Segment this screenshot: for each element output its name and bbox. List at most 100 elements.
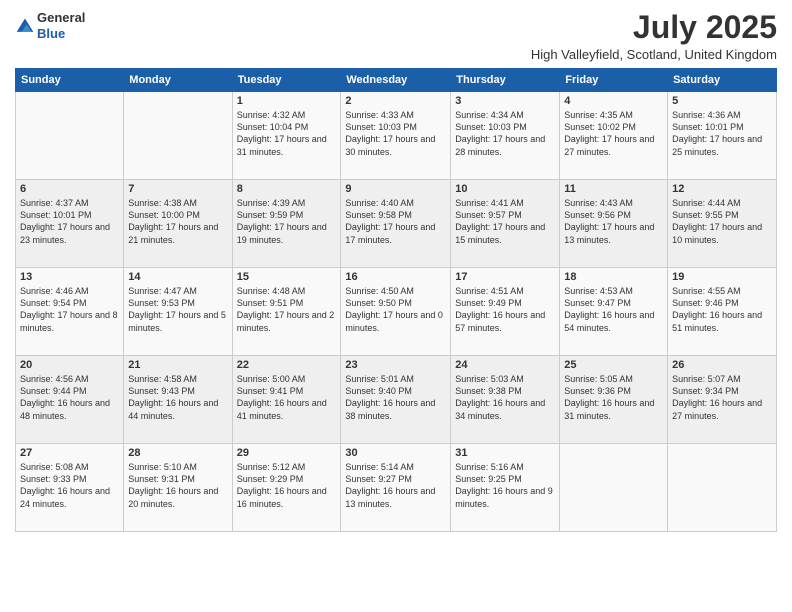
day-info: Sunrise: 5:01 AMSunset: 9:40 PMDaylight:… [345, 374, 435, 420]
day-number: 25 [564, 359, 663, 371]
logo: General Blue [15, 10, 85, 41]
page: General Blue July 2025 High Valleyfield,… [0, 0, 792, 612]
day-number: 22 [237, 359, 337, 371]
day-info: Sunrise: 4:36 AMSunset: 10:01 PMDaylight… [672, 110, 762, 156]
table-row: 10 Sunrise: 4:41 AMSunset: 9:57 PMDayligh… [451, 180, 560, 268]
week-row-4: 27Sunrise: 5:08 AMSunset: 9:33 PMDayligh… [16, 444, 777, 532]
day-info: Sunrise: 4:39 AMSunset: 9:59 PMDaylight:… [237, 198, 327, 244]
table-row: 9 Sunrise: 4:40 AMSunset: 9:58 PMDaylight… [341, 180, 451, 268]
day-number: 10 [455, 183, 555, 195]
day-info: Sunrise: 4:53 AMSunset: 9:47 PMDaylight:… [564, 286, 654, 332]
day-info: Sunrise: 4:33 AMSunset: 10:03 PMDaylight… [345, 110, 435, 156]
table-row: 27Sunrise: 5:08 AMSunset: 9:33 PMDayligh… [16, 444, 124, 532]
table-row: 22 Sunrise: 5:00 AMSunset: 9:41 PMDayligh… [232, 356, 341, 444]
day-number: 15 [237, 271, 337, 283]
day-number: 8 [237, 183, 337, 195]
table-row: 26 Sunrise: 5:07 AMSunset: 9:34 PMDayligh… [668, 356, 777, 444]
day-info: Sunrise: 5:12 AMSunset: 9:29 PMDaylight:… [237, 462, 327, 508]
table-row: 14Sunrise: 4:47 AMSunset: 9:53 PMDayligh… [124, 268, 232, 356]
day-number: 26 [672, 359, 772, 371]
day-info: Sunrise: 4:58 AMSunset: 9:43 PMDaylight:… [128, 374, 218, 420]
table-row [560, 444, 668, 532]
table-row [668, 444, 777, 532]
day-number: 16 [345, 271, 446, 283]
col-tuesday: Tuesday [232, 69, 341, 92]
table-row [16, 92, 124, 180]
day-info: Sunrise: 4:41 AMSunset: 9:57 PMDaylight:… [455, 198, 545, 244]
col-wednesday: Wednesday [341, 69, 451, 92]
day-number: 1 [237, 95, 337, 107]
day-info: Sunrise: 4:46 AMSunset: 9:54 PMDaylight:… [20, 286, 118, 332]
day-info: Sunrise: 5:03 AMSunset: 9:38 PMDaylight:… [455, 374, 545, 420]
day-info: Sunrise: 4:48 AMSunset: 9:51 PMDaylight:… [237, 286, 335, 332]
col-sunday: Sunday [16, 69, 124, 92]
day-number: 17 [455, 271, 555, 283]
logo-line2: Blue [37, 26, 85, 42]
col-thursday: Thursday [451, 69, 560, 92]
day-number: 5 [672, 95, 772, 107]
table-row: 23 Sunrise: 5:01 AMSunset: 9:40 PMDayligh… [341, 356, 451, 444]
table-row [124, 92, 232, 180]
table-row: 29 Sunrise: 5:12 AMSunset: 9:29 PMDayligh… [232, 444, 341, 532]
day-info: Sunrise: 4:34 AMSunset: 10:03 PMDaylight… [455, 110, 545, 156]
day-info: Sunrise: 4:43 AMSunset: 9:56 PMDaylight:… [564, 198, 654, 244]
table-row: 19 Sunrise: 4:55 AMSunset: 9:46 PMDayligh… [668, 268, 777, 356]
day-info: Sunrise: 4:40 AMSunset: 9:58 PMDaylight:… [345, 198, 435, 244]
table-row: 21 Sunrise: 4:58 AMSunset: 9:43 PMDayligh… [124, 356, 232, 444]
day-info: Sunrise: 4:37 AMSunset: 10:01 PMDaylight… [20, 198, 110, 244]
table-row: 4 Sunrise: 4:35 AMSunset: 10:02 PMDayligh… [560, 92, 668, 180]
day-info: Sunrise: 5:00 AMSunset: 9:41 PMDaylight:… [237, 374, 327, 420]
week-row-0: 1 Sunrise: 4:32 AMSunset: 10:04 PMDayligh… [16, 92, 777, 180]
day-number: 29 [237, 447, 337, 459]
day-number: 13 [20, 271, 119, 283]
day-number: 4 [564, 95, 663, 107]
week-row-3: 20Sunrise: 4:56 AMSunset: 9:44 PMDayligh… [16, 356, 777, 444]
calendar-body: 1 Sunrise: 4:32 AMSunset: 10:04 PMDayligh… [16, 92, 777, 532]
logo-line1: General [37, 10, 85, 26]
table-row: 2Sunrise: 4:33 AMSunset: 10:03 PMDayligh… [341, 92, 451, 180]
day-info: Sunrise: 4:47 AMSunset: 9:53 PMDaylight:… [128, 286, 226, 332]
col-friday: Friday [560, 69, 668, 92]
table-row: 16Sunrise: 4:50 AMSunset: 9:50 PMDayligh… [341, 268, 451, 356]
table-row: 13 Sunrise: 4:46 AMSunset: 9:54 PMDayligh… [16, 268, 124, 356]
day-info: Sunrise: 4:55 AMSunset: 9:46 PMDaylight:… [672, 286, 762, 332]
day-number: 7 [128, 183, 227, 195]
day-number: 18 [564, 271, 663, 283]
table-row: 20Sunrise: 4:56 AMSunset: 9:44 PMDayligh… [16, 356, 124, 444]
table-row: 6 Sunrise: 4:37 AMSunset: 10:01 PMDayligh… [16, 180, 124, 268]
day-info: Sunrise: 5:10 AMSunset: 9:31 PMDaylight:… [128, 462, 218, 508]
day-number: 6 [20, 183, 119, 195]
day-number: 11 [564, 183, 663, 195]
table-row: 12Sunrise: 4:44 AMSunset: 9:55 PMDayligh… [668, 180, 777, 268]
day-number: 21 [128, 359, 227, 371]
day-number: 23 [345, 359, 446, 371]
day-info: Sunrise: 4:51 AMSunset: 9:49 PMDaylight:… [455, 286, 545, 332]
day-info: Sunrise: 4:32 AMSunset: 10:04 PMDaylight… [237, 110, 327, 156]
table-row: 15 Sunrise: 4:48 AMSunset: 9:51 PMDayligh… [232, 268, 341, 356]
day-number: 9 [345, 183, 446, 195]
title-block: July 2025 High Valleyfield, Scotland, Un… [531, 10, 777, 62]
table-row: 7Sunrise: 4:38 AMSunset: 10:00 PMDayligh… [124, 180, 232, 268]
day-info: Sunrise: 5:05 AMSunset: 9:36 PMDaylight:… [564, 374, 654, 420]
day-info: Sunrise: 5:08 AMSunset: 9:33 PMDaylight:… [20, 462, 110, 508]
day-info: Sunrise: 4:44 AMSunset: 9:55 PMDaylight:… [672, 198, 762, 244]
day-number: 28 [128, 447, 227, 459]
table-row: 28 Sunrise: 5:10 AMSunset: 9:31 PMDayligh… [124, 444, 232, 532]
header: General Blue July 2025 High Valleyfield,… [15, 10, 777, 62]
main-title: July 2025 [531, 10, 777, 45]
table-row: 18 Sunrise: 4:53 AMSunset: 9:47 PMDayligh… [560, 268, 668, 356]
col-saturday: Saturday [668, 69, 777, 92]
day-info: Sunrise: 5:16 AMSunset: 9:25 PMDaylight:… [455, 462, 553, 508]
table-row: 1 Sunrise: 4:32 AMSunset: 10:04 PMDayligh… [232, 92, 341, 180]
logo-icon [15, 16, 35, 36]
day-number: 19 [672, 271, 772, 283]
day-number: 24 [455, 359, 555, 371]
day-info: Sunrise: 4:35 AMSunset: 10:02 PMDaylight… [564, 110, 654, 156]
table-row: 11 Sunrise: 4:43 AMSunset: 9:56 PMDayligh… [560, 180, 668, 268]
table-row: 25 Sunrise: 5:05 AMSunset: 9:36 PMDayligh… [560, 356, 668, 444]
table-row: 8 Sunrise: 4:39 AMSunset: 9:59 PMDaylight… [232, 180, 341, 268]
day-number: 3 [455, 95, 555, 107]
day-info: Sunrise: 5:07 AMSunset: 9:34 PMDaylight:… [672, 374, 762, 420]
logo-text: General Blue [37, 10, 85, 41]
day-number: 31 [455, 447, 555, 459]
